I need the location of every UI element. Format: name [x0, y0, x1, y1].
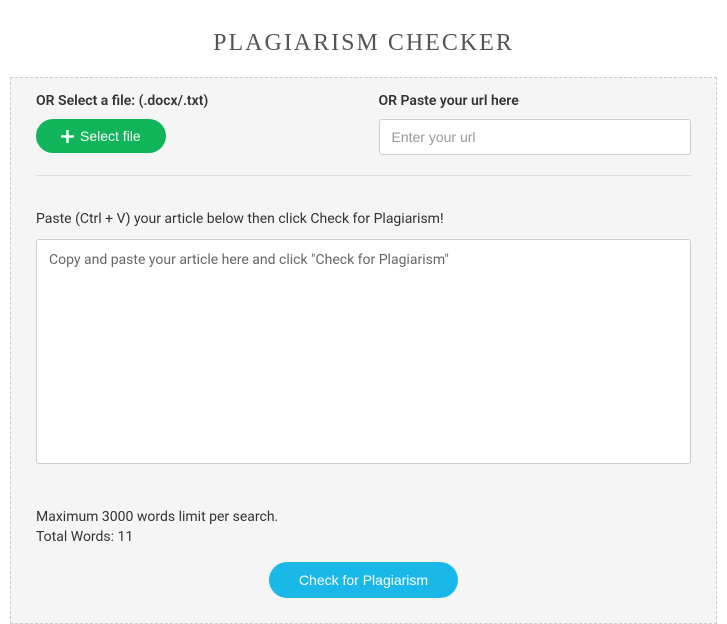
select-file-button-label: Select file: [80, 128, 141, 144]
info-section: Maximum 3000 words limit per search. Tot…: [36, 508, 691, 547]
select-file-button[interactable]: Select file: [36, 119, 166, 153]
article-label: Paste (Ctrl + V) your article below then…: [36, 211, 691, 227]
article-textarea[interactable]: [36, 239, 691, 464]
page-container: PLAGIARISM CHECKER OR Select a file: (.d…: [0, 0, 727, 624]
check-button-wrap: Check for Plagiarism: [36, 562, 691, 598]
total-words-info: Total Words: 11: [36, 528, 691, 548]
check-plagiarism-button[interactable]: Check for Plagiarism: [269, 562, 458, 598]
plus-icon: [61, 130, 74, 143]
max-words-info: Maximum 3000 words limit per search.: [36, 508, 691, 528]
url-label: OR Paste your url here: [379, 93, 692, 109]
url-input[interactable]: [379, 119, 692, 155]
file-select-section: OR Select a file: (.docx/.txt) Select fi…: [36, 93, 349, 155]
url-section: OR Paste your url here: [379, 93, 692, 155]
page-title: PLAGIARISM CHECKER: [10, 0, 717, 77]
file-select-label: OR Select a file: (.docx/.txt): [36, 93, 349, 109]
top-row: OR Select a file: (.docx/.txt) Select fi…: [36, 93, 691, 176]
main-panel: OR Select a file: (.docx/.txt) Select fi…: [10, 77, 717, 624]
